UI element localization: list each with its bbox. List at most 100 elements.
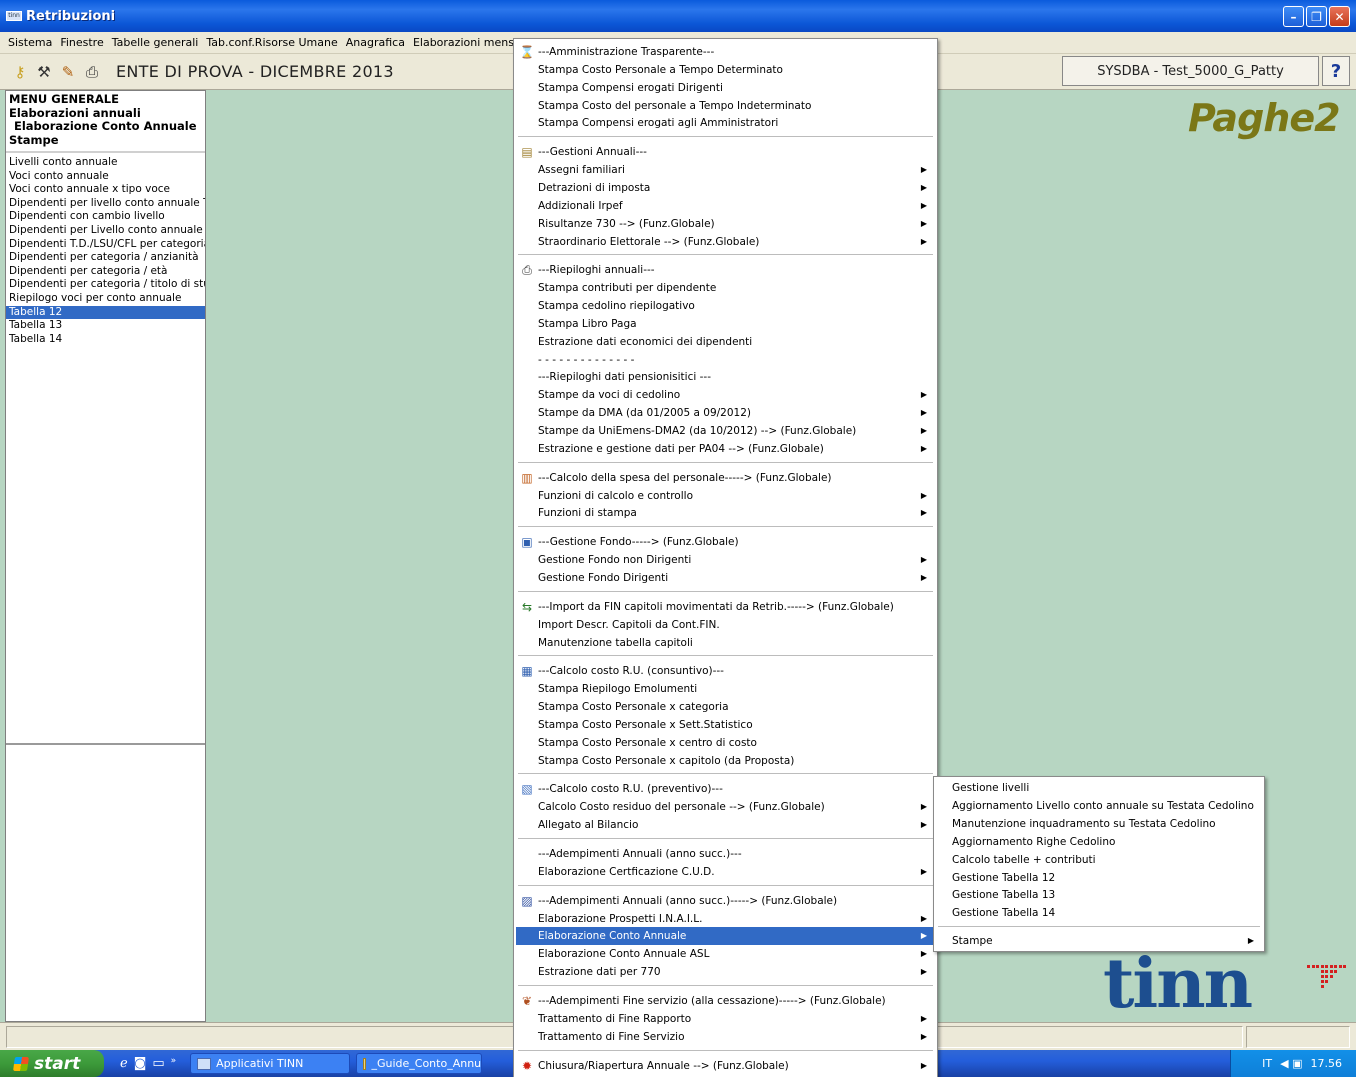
menu-item[interactable]: - - - - - - - - - - - - - - bbox=[516, 351, 935, 369]
menu-item[interactable]: Stampa cedolino riepilogativo bbox=[516, 297, 935, 315]
menu-item[interactable]: Stampe da voci di cedolino ▶ bbox=[516, 386, 935, 404]
report-list-item[interactable]: Voci conto annuale x tipo voce bbox=[6, 183, 205, 197]
menu-item[interactable]: Stampa Costo Personale x Sett.Statistico bbox=[516, 716, 935, 734]
menu-item[interactable]: Detrazioni di imposta ▶ bbox=[516, 179, 935, 197]
report-list-item[interactable]: Dipendenti T.D./LSU/CFL per categoria bbox=[6, 238, 205, 252]
menu-item[interactable]: ▤ ---Gestioni Annuali--- bbox=[516, 143, 935, 161]
submenu-item[interactable]: Calcolo tabelle + contributi bbox=[936, 851, 1262, 869]
report-list-item[interactable]: Riepilogo voci per conto annuale bbox=[6, 292, 205, 306]
menu-item[interactable]: Elaborazione Certficazione C.U.D. ▶ bbox=[516, 863, 935, 881]
menu-item[interactable]: ⎙ ---Riepiloghi annuali--- bbox=[516, 261, 935, 279]
report-list-item[interactable]: Tabella 12 bbox=[6, 305, 205, 320]
pencil-icon[interactable]: ✎ bbox=[58, 62, 78, 82]
menu-item[interactable]: Assegni familiari ▶ bbox=[516, 161, 935, 179]
menu-item[interactable]: Trattamento di Fine Rapporto ▶ bbox=[516, 1010, 935, 1028]
menu-item[interactable]: Stampa Costo Personale x capitolo (da Pr… bbox=[516, 752, 935, 770]
submenu-item[interactable]: Gestione livelli bbox=[936, 779, 1262, 797]
menu-elaborazioni-mensili[interactable]: Elaborazioni mensili bbox=[409, 36, 527, 49]
submenu-item[interactable]: Manutenzione inquadramento su Testata Ce… bbox=[936, 815, 1262, 833]
menu-item[interactable]: Import Descr. Capitoli da Cont.FIN. bbox=[516, 616, 935, 634]
submenu-item[interactable]: Aggiornamento Righe Cedolino bbox=[936, 833, 1262, 851]
report-list-item[interactable]: Dipendenti per categoria / titolo di stu… bbox=[6, 278, 205, 292]
menu-item[interactable]: Elaborazione Conto Annuale ASL ▶ bbox=[516, 945, 935, 963]
minimize-button[interactable]: – bbox=[1283, 6, 1304, 27]
tools-icon[interactable]: ⚒ bbox=[34, 62, 54, 82]
desktop-icon[interactable]: ▭ bbox=[152, 1056, 164, 1071]
breadcrumb-item[interactable]: Elaborazioni annuali bbox=[9, 106, 202, 121]
report-list-item[interactable]: Dipendenti con cambio livello bbox=[6, 210, 205, 224]
submenu-item[interactable]: Aggiornamento Livello conto annuale su T… bbox=[936, 797, 1262, 815]
language-indicator[interactable]: IT bbox=[1262, 1057, 1272, 1070]
menu-item[interactable]: Stampa Compensi erogati Dirigenti bbox=[516, 79, 935, 97]
help-button[interactable]: ? bbox=[1322, 56, 1350, 86]
menu-item[interactable]: Stampa Compensi erogati agli Amministrat… bbox=[516, 114, 935, 132]
report-list-item[interactable]: Voci conto annuale bbox=[6, 170, 205, 184]
menu-item[interactable]: Stampa Riepilogo Emolumenti bbox=[516, 680, 935, 698]
ie-icon[interactable]: ℯ bbox=[120, 1056, 128, 1071]
menu-item[interactable]: Gestione Fondo non Dirigenti ▶ bbox=[516, 551, 935, 569]
tray-icons[interactable]: ◀ ▣ bbox=[1280, 1057, 1302, 1070]
menu-sistema[interactable]: Sistema bbox=[4, 36, 56, 49]
menu-item[interactable]: Gestione Fondo Dirigenti ▶ bbox=[516, 569, 935, 587]
menu-item[interactable]: ---Adempimenti Annuali (anno succ.)--- bbox=[516, 845, 935, 863]
report-list-item[interactable]: Dipendenti per categoria / anzianità bbox=[6, 251, 205, 265]
menu-item[interactable]: Calcolo Costo residuo del personale --> … bbox=[516, 798, 935, 816]
menu-item[interactable]: Stampa Costo del personale a Tempo Indet… bbox=[516, 97, 935, 115]
menu-item[interactable]: Stampa Costo Personale x centro di costo bbox=[516, 734, 935, 752]
menu-item[interactable]: Trattamento di Fine Servizio ▶ bbox=[516, 1028, 935, 1046]
chevron-right-icon[interactable]: » bbox=[171, 1056, 177, 1071]
menu-item[interactable]: ▣ ---Gestione Fondo-----> (Funz.Globale) bbox=[516, 533, 935, 551]
menu-item[interactable]: Stampa Libro Paga bbox=[516, 315, 935, 333]
report-list-item[interactable]: Tabella 14 bbox=[6, 333, 205, 347]
menu-item[interactable]: Funzioni di stampa ▶ bbox=[516, 504, 935, 522]
menu-finestre[interactable]: Finestre bbox=[56, 36, 107, 49]
report-list-item[interactable]: Livelli conto annuale bbox=[6, 156, 205, 170]
submenu-item[interactable]: Stampe ▶ bbox=[936, 932, 1262, 950]
menu-item[interactable]: Stampa Costo Personale x categoria bbox=[516, 698, 935, 716]
menu-item[interactable]: Estrazione dati economici dei dipendenti bbox=[516, 333, 935, 351]
menu-anagrafica[interactable]: Anagrafica bbox=[342, 36, 409, 49]
menu-item[interactable]: ❦ ---Adempimenti Fine servizio (alla cess… bbox=[516, 992, 935, 1010]
menu-item[interactable]: Risultanze 730 --> (Funz.Globale) ▶ bbox=[516, 215, 935, 233]
menu-item[interactable]: Stampe da DMA (da 01/2005 a 09/2012) ▶ bbox=[516, 404, 935, 422]
menu-item[interactable]: ▦ ---Calcolo costo R.U. (consuntivo)--- bbox=[516, 662, 935, 680]
restore-button[interactable]: ❐ bbox=[1306, 6, 1327, 27]
menu-item[interactable]: Funzioni di calcolo e controllo ▶ bbox=[516, 487, 935, 505]
submenu-item[interactable]: Gestione Tabella 12 bbox=[936, 869, 1262, 887]
menu-item[interactable]: ---Riepiloghi dati pensionisitici --- bbox=[516, 368, 935, 386]
menu-item[interactable]: Stampe da UniEmens-DMA2 (da 10/2012) -->… bbox=[516, 422, 935, 440]
menu-item[interactable]: Elaborazione Conto Annuale ▶ bbox=[516, 927, 935, 946]
breadcrumb-item[interactable]: Stampe bbox=[9, 133, 202, 148]
submenu-item[interactable]: Gestione Tabella 13 bbox=[936, 886, 1262, 904]
menu-item[interactable]: ▥ ---Calcolo della spesa del personale---… bbox=[516, 469, 935, 487]
taskbar-item[interactable]: Applicativi TINN bbox=[190, 1053, 351, 1074]
menu-item[interactable]: Addizionali Irpef ▶ bbox=[516, 197, 935, 215]
menu-item[interactable]: Estrazione e gestione dati per PA04 --> … bbox=[516, 440, 935, 458]
menu-item[interactable]: Allegato al Bilancio ▶ bbox=[516, 816, 935, 834]
menu-item[interactable]: Stampa Costo Personale a Tempo Determina… bbox=[516, 61, 935, 79]
menu-item[interactable]: ✹ Chiusura/Riapertura Annuale --> (Funz.G… bbox=[516, 1057, 935, 1075]
menu-item[interactable]: ⌛ ---Amministrazione Trasparente--- bbox=[516, 43, 935, 61]
report-list-item[interactable]: Dipendenti per Livello conto annuale Ri bbox=[6, 224, 205, 238]
taskbar-item[interactable]: _Guide_Conto_Annu bbox=[356, 1053, 483, 1074]
printer-icon[interactable]: ⎙ bbox=[82, 62, 102, 82]
breadcrumb-item[interactable]: Elaborazione Conto Annuale bbox=[9, 119, 202, 134]
menu-item[interactable]: Elaborazione Prospetti I.N.A.I.L. ▶ bbox=[516, 910, 935, 928]
menu-item[interactable]: Manutenzione tabella capitoli bbox=[516, 634, 935, 652]
key-icon[interactable]: ⚷ bbox=[10, 62, 30, 82]
menu-item[interactable]: Straordinario Elettorale --> (Funz.Globa… bbox=[516, 233, 935, 251]
menu-tab-conf-risorse-umane[interactable]: Tab.conf.Risorse Umane bbox=[202, 36, 341, 49]
outlook-icon[interactable]: ◙ bbox=[134, 1056, 147, 1071]
menu-item[interactable]: ⇆ ---Import da FIN capitoli movimentati d… bbox=[516, 598, 935, 616]
report-list-item[interactable]: Dipendenti per livello conto annuale Te bbox=[6, 197, 205, 211]
menu-item[interactable]: Estrazione dati per 770 ▶ bbox=[516, 963, 935, 981]
menu-item[interactable]: ▧ ---Calcolo costo R.U. (preventivo)--- bbox=[516, 780, 935, 798]
menu-item[interactable]: ▨ ---Adempimenti Annuali (anno succ.)----… bbox=[516, 892, 935, 910]
menu-item[interactable]: Stampa contributi per dipendente bbox=[516, 279, 935, 297]
breadcrumb-item[interactable]: MENU GENERALE bbox=[9, 92, 202, 107]
close-button[interactable]: ✕ bbox=[1329, 6, 1350, 27]
report-list-item[interactable]: Dipendenti per categoria / età bbox=[6, 265, 205, 279]
start-button[interactable]: start bbox=[0, 1050, 104, 1077]
submenu-item[interactable]: Gestione Tabella 14 bbox=[936, 904, 1262, 922]
menu-tabelle-generali[interactable]: Tabelle generali bbox=[108, 36, 203, 49]
